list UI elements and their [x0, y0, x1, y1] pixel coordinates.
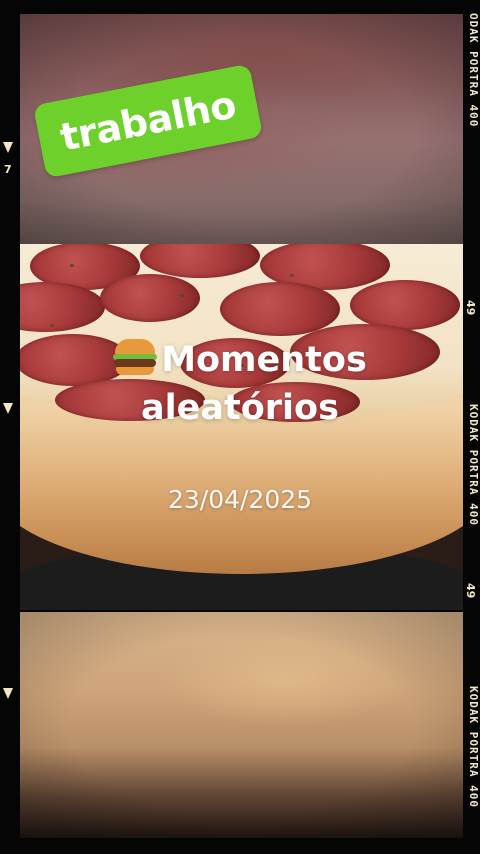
- photo-frame-bottom: [20, 612, 463, 838]
- hamburger-icon: [113, 337, 158, 377]
- film-arrow-marker: [3, 142, 13, 153]
- caption-line-2: aleatórios: [141, 388, 339, 428]
- story-date[interactable]: 23/04/2025: [0, 485, 480, 514]
- film-frame-number: 49: [464, 300, 477, 316]
- film-frame-number-2: 49: [464, 583, 477, 599]
- story-canvas: ODAK PORTRA 400 49 KODAK PORTRA 400 49 K…: [0, 0, 480, 854]
- film-arrow-marker-3: [3, 688, 13, 699]
- film-brand-label-bottom: KODAK PORTRA 400: [467, 686, 480, 808]
- caption-line-1: Momentos: [161, 340, 367, 380]
- film-brand-label-top: ODAK PORTRA 400: [467, 12, 480, 128]
- film-frame-number-left: 7: [4, 163, 12, 176]
- story-caption[interactable]: Momentos aleatórios: [0, 336, 480, 432]
